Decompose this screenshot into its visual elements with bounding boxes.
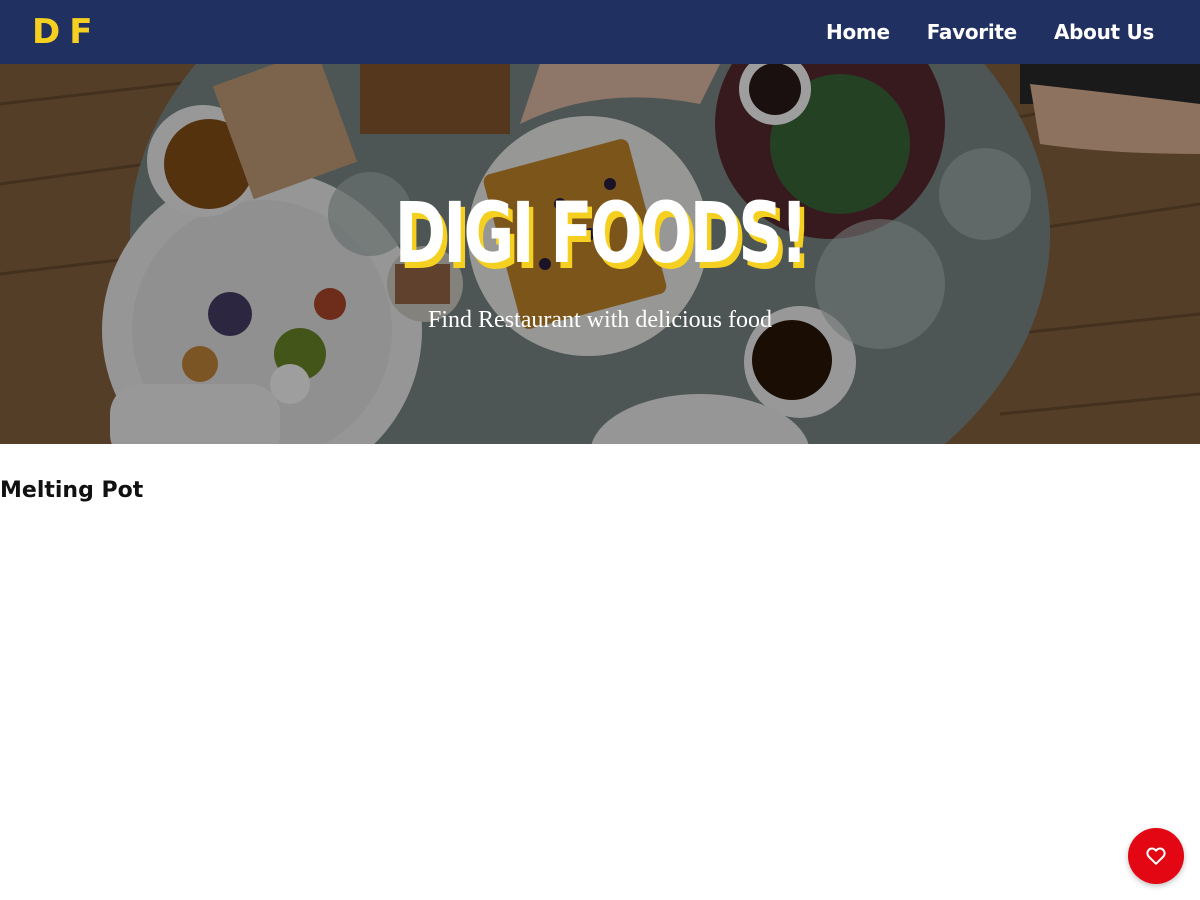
restaurant-section-title: Melting Pot xyxy=(0,478,144,503)
nav-item-home: Home xyxy=(826,20,890,44)
nav-link-about-us[interactable]: About Us xyxy=(1054,20,1154,44)
hero: DIGI FOODS! Find Restaurant with delicio… xyxy=(0,64,1200,444)
nav-item-about: About Us xyxy=(1054,20,1154,44)
heart-icon xyxy=(1146,847,1166,865)
hero-subtitle: Find Restaurant with delicious food xyxy=(428,307,772,333)
brand-logo[interactable]: DF xyxy=(32,12,101,52)
nav-link-home[interactable]: Home xyxy=(826,20,890,44)
nav-links: Home Favorite About Us xyxy=(789,20,1154,44)
navbar: DF Home Favorite About Us xyxy=(0,0,1200,64)
nav-link-favorite[interactable]: Favorite xyxy=(927,20,1018,44)
nav-item-favorite: Favorite xyxy=(927,20,1018,44)
hero-title: DIGI FOODS! xyxy=(394,184,809,282)
favorite-fab-button[interactable] xyxy=(1128,828,1184,884)
